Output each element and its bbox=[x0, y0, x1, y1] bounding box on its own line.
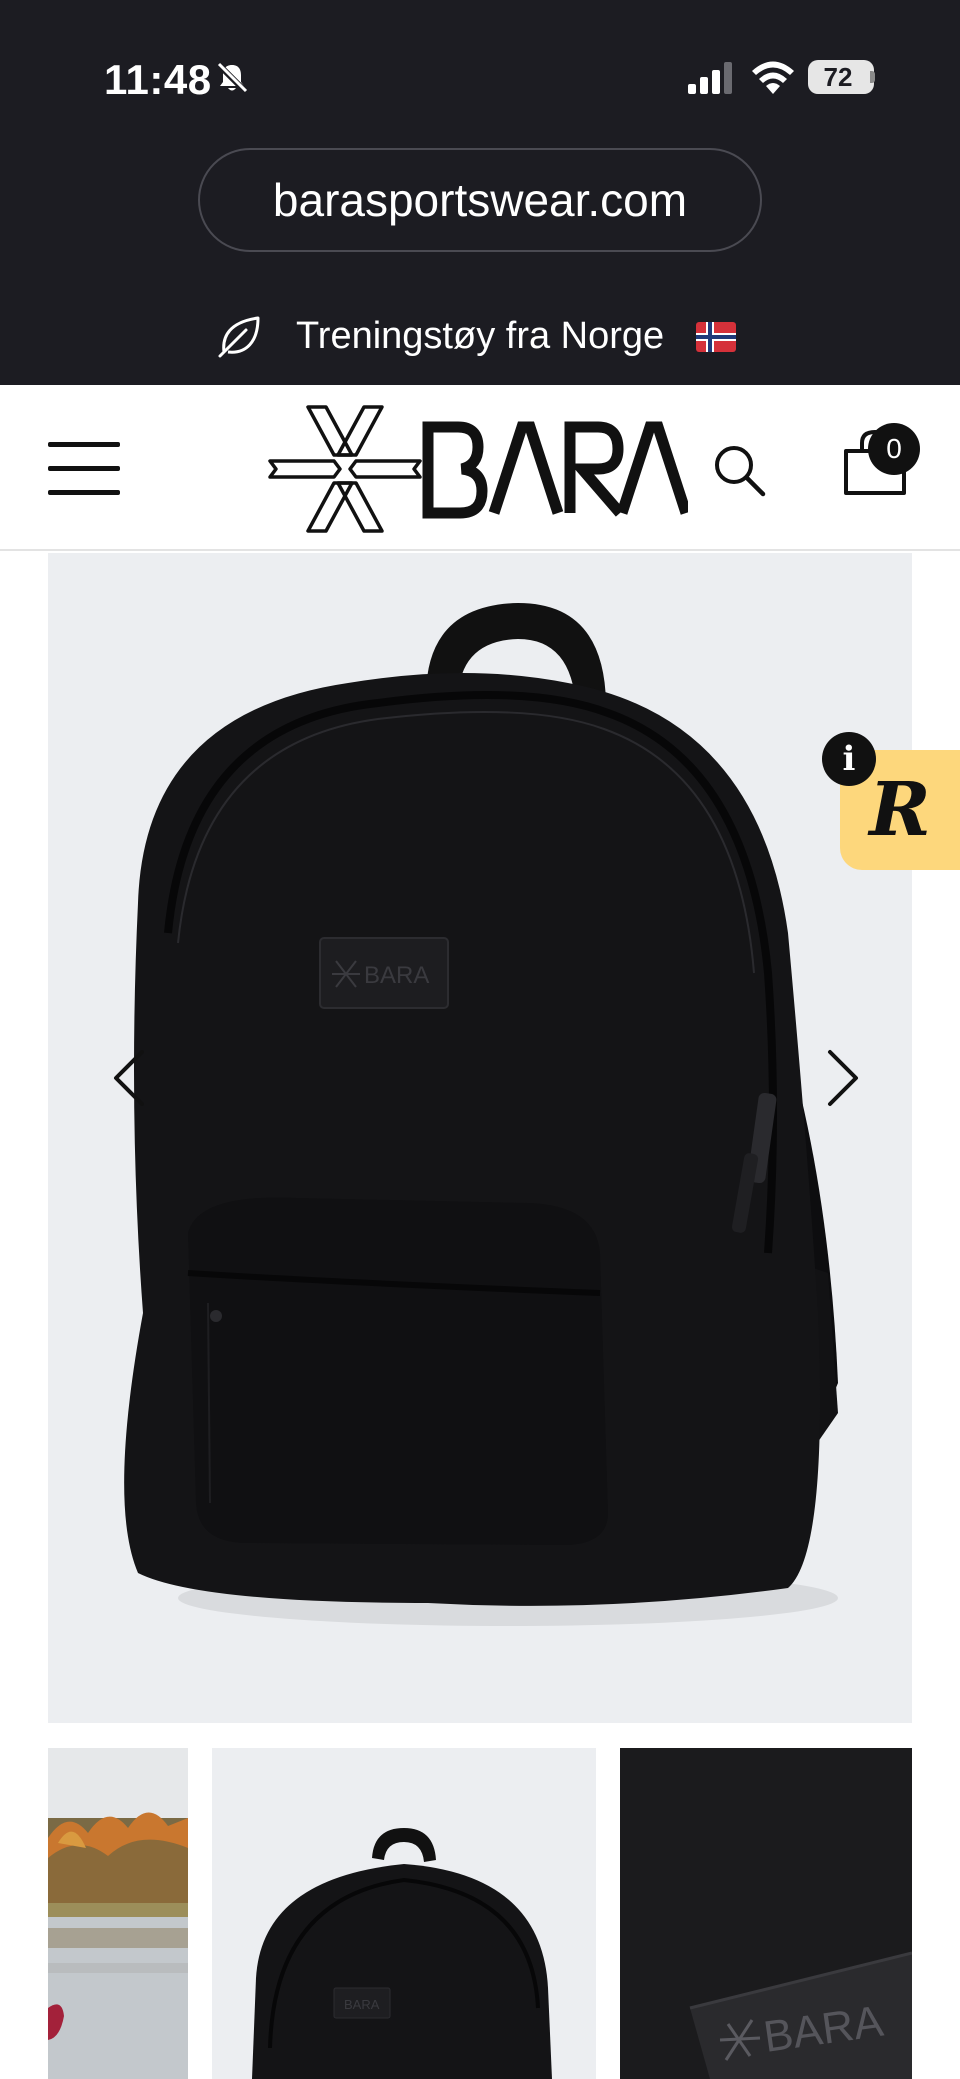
promo-bar: Treningstøy fra Norge bbox=[0, 300, 960, 370]
chevron-left-icon[interactable] bbox=[108, 1048, 152, 1108]
bara-logo[interactable] bbox=[268, 403, 688, 535]
status-bar: 11:48 72 bbox=[0, 0, 960, 150]
top-dark-area: 11:48 72 barasportswear.com Treningstøy … bbox=[0, 0, 960, 385]
battery-level: 72 bbox=[823, 62, 853, 92]
info-icon[interactable]: i bbox=[822, 732, 876, 786]
product-gallery[interactable]: BARA bbox=[48, 553, 912, 1723]
signal-icon bbox=[688, 62, 732, 94]
url-bar[interactable]: barasportswear.com bbox=[198, 148, 762, 252]
backpack-patch-text: BARA bbox=[364, 962, 429, 989]
logo-closeup-image: BARA bbox=[620, 1748, 912, 2079]
url-text: barasportswear.com bbox=[272, 174, 688, 226]
thumbnail-backpack-front[interactable]: BARA bbox=[212, 1748, 596, 2079]
thumbnail-logo-closeup[interactable]: BARA bbox=[620, 1748, 912, 2079]
battery-icon: 72 bbox=[808, 60, 874, 94]
backpack-thumb-image: BARA bbox=[252, 1828, 552, 2079]
battery-cap bbox=[870, 71, 875, 83]
status-time: 11:48 bbox=[104, 56, 212, 103]
bell-slash-icon bbox=[215, 61, 249, 95]
norway-flag-icon bbox=[696, 322, 736, 352]
promo-text: Treningstøy fra Norge bbox=[296, 315, 665, 357]
leaf-icon bbox=[218, 316, 260, 358]
chevron-right-icon[interactable] bbox=[820, 1048, 864, 1108]
thumbnail-lifestyle[interactable] bbox=[48, 1748, 188, 2079]
menu-icon[interactable] bbox=[48, 442, 120, 496]
backpack-product-image: BARA bbox=[124, 603, 838, 1626]
search-icon[interactable] bbox=[712, 443, 766, 497]
site-header: 0 bbox=[0, 385, 960, 551]
wifi-icon bbox=[752, 61, 794, 94]
thumb-patch-text: BARA bbox=[344, 1997, 380, 2012]
lifestyle-photo bbox=[48, 1748, 188, 2079]
cart-count-badge: 0 bbox=[868, 423, 920, 475]
